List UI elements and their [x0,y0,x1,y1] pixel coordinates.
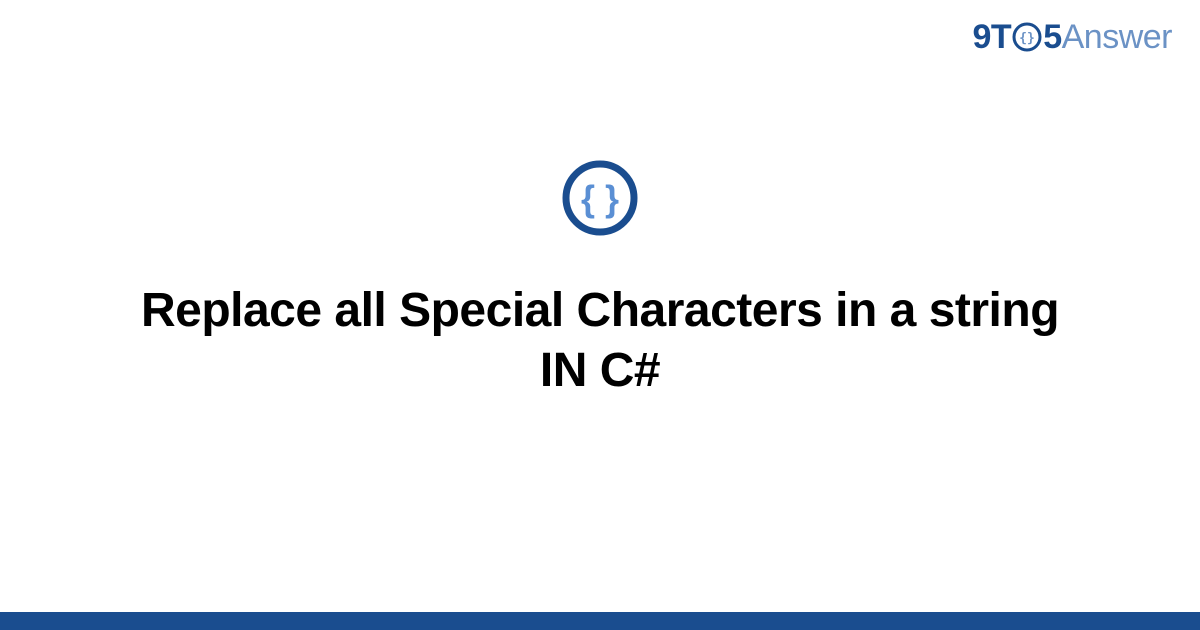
main-content: { } Replace all Special Characters in a … [0,0,1200,630]
svg-text:{ }: { } [581,178,619,219]
page-title: Replace all Special Characters in a stri… [130,281,1070,401]
braces-icon: { } [561,159,639,237]
footer-bar [0,612,1200,630]
